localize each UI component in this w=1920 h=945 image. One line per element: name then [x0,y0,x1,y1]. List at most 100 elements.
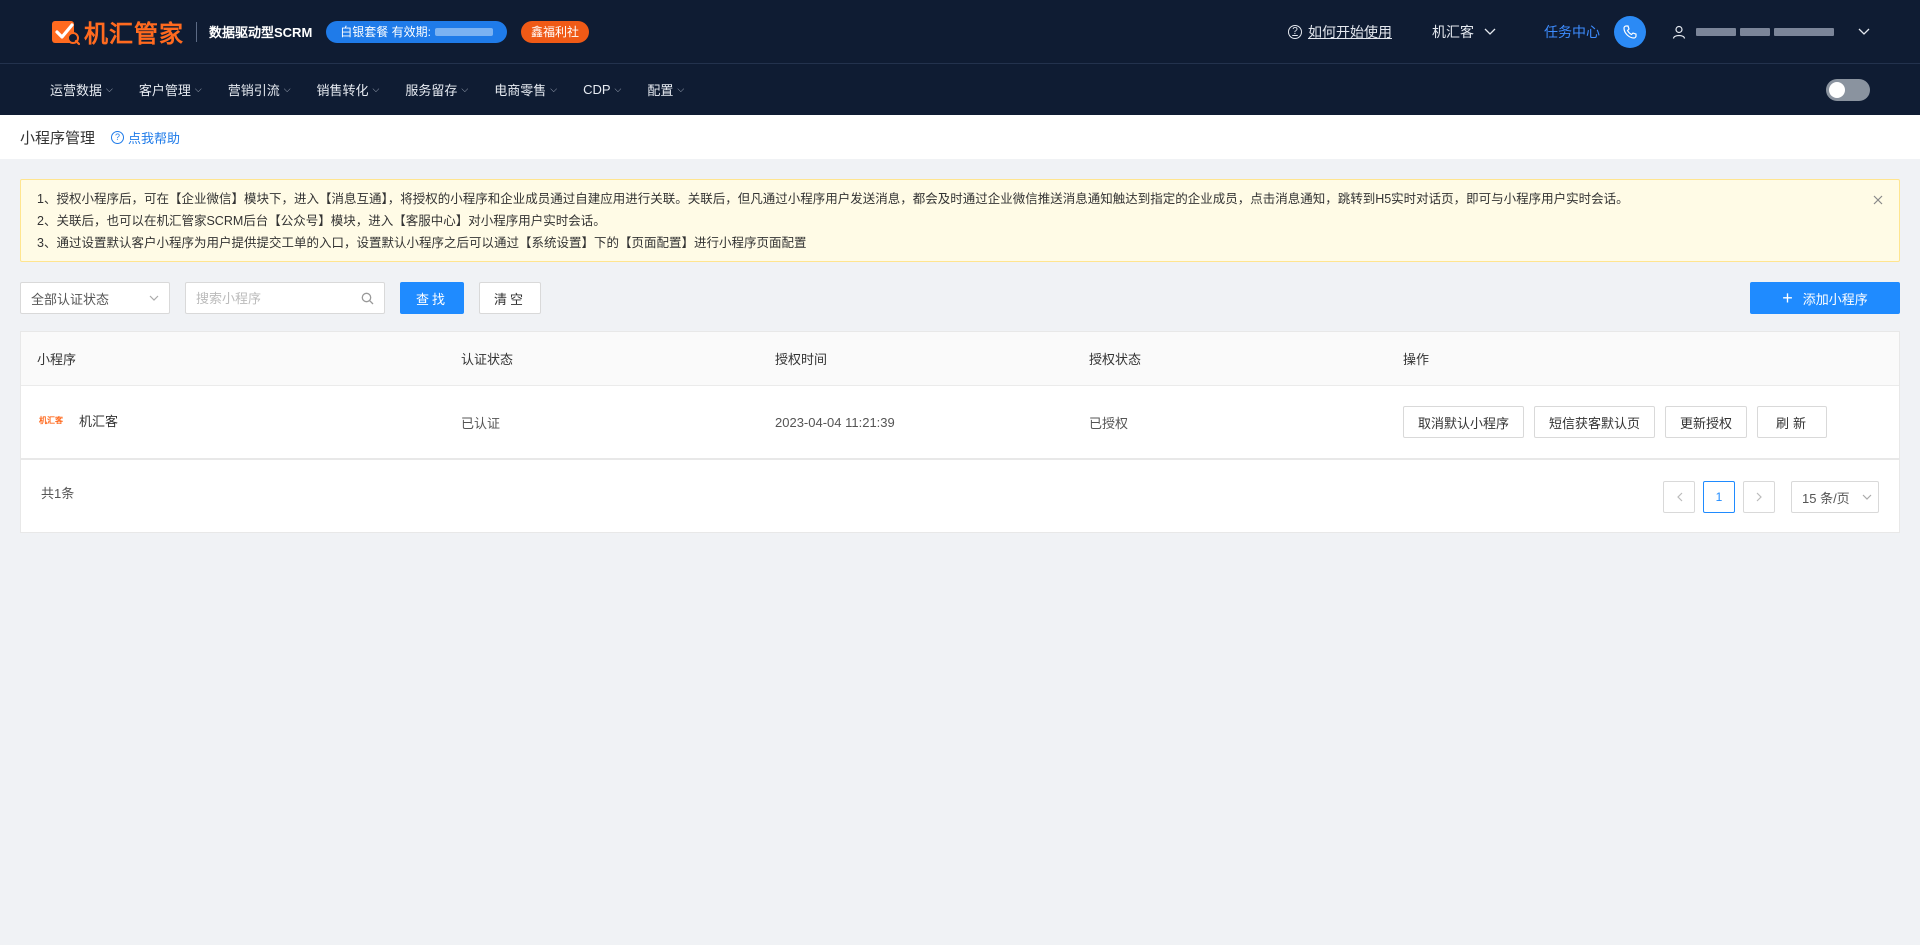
nav-item-label: 销售转化 [316,83,369,98]
user-menu[interactable] [1672,25,1870,39]
brand-name: 机汇管家 [84,21,184,48]
clear-button[interactable]: 清空 [479,282,542,314]
pagination: 1 15 条/页 [1663,481,1879,513]
phone-call-button[interactable] [1614,15,1646,48]
question-circle-icon: ? [111,130,125,144]
column-header-actions: 操作 [1403,352,1430,367]
refresh-button[interactable]: 刷新 [1757,406,1828,438]
org-switcher[interactable]: 机汇客 [1432,22,1496,42]
caret-down-icon: ⌵ [194,84,202,94]
cert-status-value: 全部认证状态 [31,291,110,307]
notice-line-3: 3、通过设置默认客户小程序为用户提供提交工单的入口，设置默认小程序之后可以通过【… [37,236,807,250]
table-header: 小程序 认证状态 授权时间 授权状态 操作 [21,332,1899,386]
brand-subtitle: 数据驱动型SCRM [209,25,313,40]
nav-item-label: 营销引流 [227,83,280,98]
total-count: 共1条 [41,485,75,501]
add-miniprogram-button[interactable]: + 添加小程序 [1750,282,1900,314]
nav-item-label: 客户管理 [138,83,191,98]
help-me-label: 点我帮助 [128,130,181,146]
caret-down-icon: ⌵ [550,84,558,94]
cell-cert-status: 已认证 [461,415,501,431]
miniprogram-table: 小程序 认证状态 授权时间 授权状态 操作 机汇客 机汇客 已认证 2023-0… [20,331,1900,533]
cancel-default-button[interactable]: 取消默认小程序 [1403,406,1525,438]
nav-item-ecommerce[interactable]: 电商零售 ⌵ [494,80,557,99]
page-button[interactable]: 1 [1703,481,1735,513]
phone-icon [1623,24,1637,39]
nav-item-customer-management[interactable]: 客户管理 ⌵ [139,80,202,99]
info-notice: 1、授权小程序后，可在【企业微信】模块下，进入【消息互通】，将授权的小程序和企业… [20,179,1900,262]
nav-item-operation-data[interactable]: 运营数据 ⌵ [50,80,113,99]
search-icon [361,292,374,304]
package-badge[interactable]: 白银套餐 有效期: [326,20,507,43]
brand-divider [196,21,197,42]
help-me-link[interactable]: ? 点我帮助 [111,128,180,147]
column-header-miniprogram: 小程序 [37,352,77,367]
user-name-redacted [1696,27,1834,36]
cert-status-select[interactable]: 全部认证状态 [20,282,170,314]
search-button[interactable]: 查找 [400,282,465,314]
notice-line-2: 2、关联后，也可以在机汇管家SCRM后台【公众号】模块，进入【客服中心】对小程序… [37,214,606,228]
caret-down-icon: ⌵ [677,84,685,94]
help-start-link[interactable]: ? 如何开始使用 [1288,22,1392,42]
nav-item-label: 运营数据 [50,83,103,98]
nav-item-label: CDP [583,82,611,97]
task-center-link[interactable]: 任务中心 [1544,22,1600,42]
nav-item-label: 服务留存 [405,83,458,98]
nav-item-config[interactable]: 配置 ⌵ [647,80,684,99]
update-auth-button[interactable]: 更新授权 [1665,406,1748,438]
page-header: 小程序管理 ? 点我帮助 [0,115,1920,159]
chevron-down-icon [1862,492,1872,503]
cell-auth-time: 2023-04-04 11:21:39 [775,414,895,430]
column-header-auth-time: 授权时间 [775,352,828,367]
search-input[interactable] [196,290,346,306]
chevron-down-icon [1484,25,1496,39]
package-label: 白银套餐 有效期: [340,25,431,39]
main-nav: 运营数据 ⌵ 客户管理 ⌵ 营销引流 ⌵ 销售转化 ⌵ 服务留存 ⌵ 电商零售 ⌵ CDP ⌵… [0,64,1920,115]
nav-item-label: 配置 [647,83,674,98]
caret-down-icon: ⌵ [614,84,622,94]
nav-item-sales[interactable]: 销售转化 ⌵ [317,80,380,99]
close-icon[interactable] [1873,192,1883,208]
prev-page-button[interactable] [1663,481,1695,513]
page-size-value: 15 条/页 [1802,490,1850,506]
caret-down-icon: ⌵ [283,84,291,94]
page-title: 小程序管理 [20,129,96,147]
org-name: 机汇客 [1432,23,1474,40]
nav-item-label: 电商零售 [494,83,547,98]
add-miniprogram-label: 添加小程序 [1802,291,1868,307]
chevron-right-icon [1756,492,1762,502]
column-header-cert-status: 认证状态 [461,352,514,367]
sms-default-page-button[interactable]: 短信获客默认页 [1534,406,1656,438]
caret-down-icon: ⌵ [461,84,469,94]
package-expiry-redacted [434,27,493,36]
miniprogram-name: 机汇客 [79,413,119,429]
help-start-label: 如何开始使用 [1308,23,1392,40]
nav-item-cdp[interactable]: CDP ⌵ [583,82,621,97]
notice-line-1: 1、授权小程序后，可在【企业微信】模块下，进入【消息互通】，将授权的小程序和企业… [37,192,1629,206]
plus-icon: + [1782,288,1793,308]
miniprogram-logo: 机汇客 [39,415,63,425]
cell-auth-status: 已授权 [1089,415,1129,431]
page-size-select[interactable]: 15 条/页 [1791,481,1879,513]
brand-logo-icon [52,20,80,45]
table-footer: 共1条 1 15 条/页 [21,460,1899,532]
chevron-down-icon [149,293,159,304]
theme-toggle[interactable] [1826,78,1870,101]
vip-badge[interactable]: 鑫福利社 [520,20,589,43]
cell-miniprogram: 机汇客 机汇客 [21,414,441,430]
brand-logo[interactable]: 机汇管家 [50,14,184,49]
table-row: 机汇客 机汇客 已认证 2023-04-04 11:21:39 已授权 取消默认… [21,386,1899,460]
search-field[interactable] [185,282,385,314]
top-header: 机汇管家 数据驱动型SCRM 白银套餐 有效期: 鑫福利社 ? 如何开始使用 机… [0,0,1920,64]
nav-item-marketing[interactable]: 营销引流 ⌵ [228,80,291,99]
caret-down-icon: ⌵ [372,84,380,94]
column-header-auth-status: 授权状态 [1089,352,1142,367]
caret-down-icon: ⌵ [106,84,113,94]
user-icon [1672,25,1686,39]
chevron-left-icon [1676,492,1682,502]
nav-item-service[interactable]: 服务留存 ⌵ [405,80,468,99]
next-page-button[interactable] [1743,481,1775,513]
filter-bar: 全部认证状态 查找 清空 + 添加小程序 [0,282,1920,314]
cell-actions: 取消默认小程序 短信获客默认页 更新授权 刷新 [1383,406,1899,438]
question-circle-icon: ? [1288,24,1302,39]
